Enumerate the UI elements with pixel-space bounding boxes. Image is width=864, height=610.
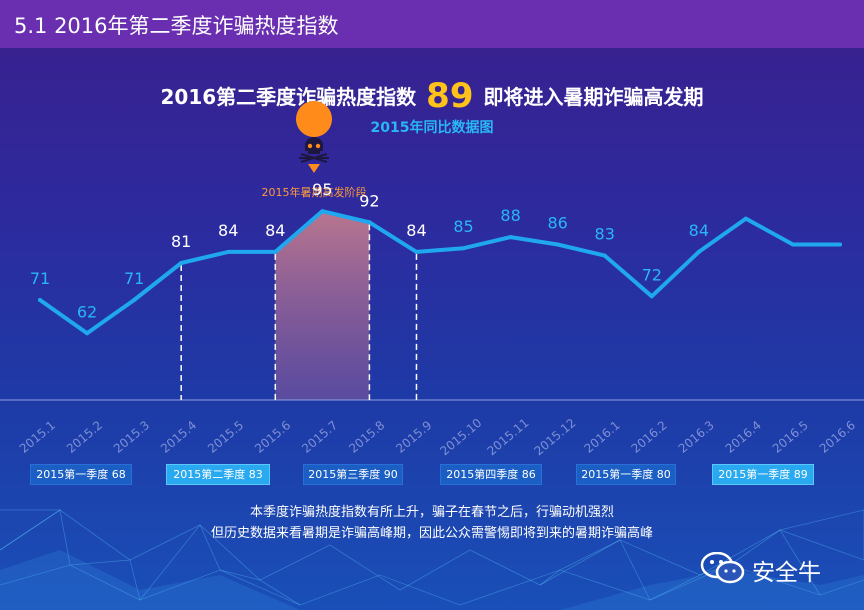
- data-label: 95: [312, 180, 332, 199]
- x-tick-label: 2015.2: [64, 418, 105, 456]
- data-point: [838, 242, 842, 247]
- data-label: 84: [265, 221, 285, 240]
- data-point: [179, 261, 184, 265]
- quarter-badge: 2015第四季度 86: [440, 464, 542, 485]
- x-tick-label: 2015.7: [299, 418, 340, 456]
- x-tick-label: 2015.3: [111, 418, 152, 456]
- quarter-badges: 2015第一季度 68 2015第二季度 83 2015第三季度 90 2015第四季…: [0, 464, 864, 485]
- quarter-badge: 2015第一季度 89: [712, 464, 814, 485]
- x-tick-label: 2016.1: [582, 418, 623, 456]
- data-point: [414, 249, 419, 254]
- x-tick-label: 2015.1: [17, 418, 58, 456]
- data-point: [132, 298, 137, 302]
- data-point: [649, 294, 654, 299]
- data-point: [85, 331, 90, 336]
- data-label: 81: [171, 232, 191, 251]
- data-point: [38, 298, 42, 302]
- x-tick-label: 2015.8: [346, 418, 387, 456]
- x-tick-label: 2015.9: [393, 418, 434, 456]
- x-tick-label: 2015.10: [437, 416, 484, 459]
- data-point: [508, 235, 513, 240]
- x-tick-label: 2015.4: [158, 418, 199, 456]
- data-point: [461, 246, 466, 251]
- x-tick-label: 2015.6: [252, 418, 293, 456]
- quarter-badge: 2015第一季度 80: [576, 464, 676, 485]
- data-point: [367, 220, 372, 225]
- series-line: [38, 209, 842, 336]
- x-tick-label: 2016.4: [723, 418, 764, 456]
- data-label: 72: [642, 265, 662, 284]
- data-point: [602, 253, 607, 258]
- x-tick-label: 2015.5: [205, 418, 246, 456]
- data-point: [743, 216, 748, 221]
- quarter-badge: 2015第三季度 90: [303, 464, 403, 485]
- skull-icon: [296, 101, 333, 173]
- brand-name: 安全牛: [752, 560, 821, 586]
- data-label: 84: [218, 221, 238, 240]
- data-label: 84: [406, 221, 426, 240]
- x-tick-label: 2016.2: [629, 418, 670, 456]
- decorative-mesh: [0, 509, 864, 610]
- data-point: [696, 249, 701, 254]
- data-point: [320, 209, 325, 214]
- quarter-badge: 2015第一季度 68: [30, 464, 132, 485]
- wechat-icon: [700, 551, 745, 584]
- data-label: 86: [547, 214, 567, 233]
- data-label: 83: [595, 225, 615, 244]
- data-label: 92: [359, 191, 379, 210]
- x-tick-label: 2015.11: [485, 416, 532, 459]
- line-chart: 2015年暑期高发阶段 7162718184 84959284 8588 868372…: [0, 101, 864, 459]
- quarter-badge: 2015第二季度 83: [166, 464, 270, 485]
- data-point: [226, 249, 231, 254]
- data-label: 71: [124, 269, 144, 288]
- x-tick-label: 2015.12: [532, 416, 579, 459]
- data-label: 88: [500, 206, 520, 225]
- data-label: 85: [453, 217, 473, 236]
- x-tick-label: 2016.3: [676, 418, 717, 456]
- x-tick-label: 2016.5: [770, 418, 811, 456]
- data-label: 62: [77, 302, 97, 321]
- brand: 安全牛: [700, 551, 821, 586]
- data-label: 71: [30, 269, 50, 288]
- data-point: [273, 249, 278, 254]
- data-point: [555, 242, 560, 247]
- x-tick-label: 2016.6: [817, 418, 858, 456]
- data-point: [790, 242, 795, 247]
- data-label: 84: [689, 221, 709, 240]
